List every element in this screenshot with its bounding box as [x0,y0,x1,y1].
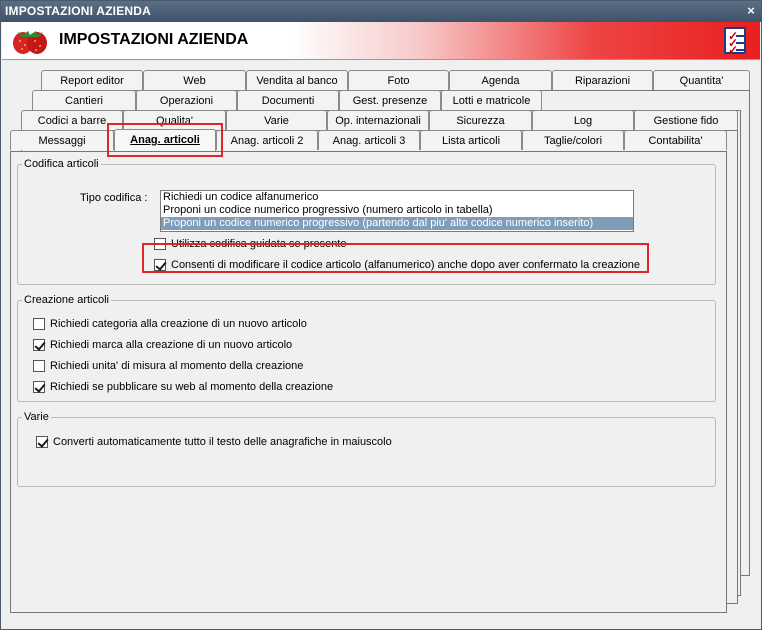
checkbox-box[interactable] [33,381,45,393]
title-bar[interactable]: IMPOSTAZIONI AZIENDA × [1,1,761,22]
tab-quantita[interactable]: Quantita' [653,70,750,90]
richiedi-marca-label: Richiedi marca alla creazione di un nuov… [50,339,293,351]
tab-anag-articoli-2[interactable]: Anag. articoli 2 [216,130,318,150]
strawberry-icon [13,31,47,54]
tab-messaggi[interactable]: Messaggi [10,130,114,150]
richiedi-marca-checkbox[interactable]: Richiedi marca alla creazione di un nuov… [33,339,292,351]
tab-cantieri[interactable]: Cantieri [32,90,136,110]
header-banner: IMPOSTAZIONI AZIENDA ✓ ✓ ✓ [2,22,760,60]
creazione-articoli-legend: Creazione articoli [24,294,109,306]
tab-taglie-colori[interactable]: Taglie/colori [522,130,624,150]
modifica-codice-label: Consenti di modificare il codice articol… [171,259,640,271]
tab-riparazioni[interactable]: Riparazioni [552,70,653,90]
codifica-articoli-legend: Codifica articoli [24,158,99,170]
checkbox-box[interactable] [33,339,45,351]
header-title: IMPOSTAZIONI AZIENDA [59,31,249,48]
checkbox-box[interactable] [154,259,166,271]
modifica-codice-checkbox[interactable]: Consenti di modificare il codice articol… [154,259,640,271]
tab-panel-anag-articoli: Codifica articoli Tipo codifica : Richie… [10,151,727,613]
tab-contabilita[interactable]: Contabilita' [624,130,727,150]
tab-vendita-al-banco[interactable]: Vendita al banco [246,70,348,90]
richiedi-pubblicare-web-label: Richiedi se pubblicare su web al momento… [50,381,334,393]
codifica-guidata-checkbox[interactable]: Utilizza codifica guidata se presente [154,238,346,250]
tab-varie[interactable]: Varie [226,110,327,130]
varie-legend: Varie [24,411,49,423]
tipo-codifica-option-3[interactable]: Proponi un codice numerico progressivo (… [161,217,633,230]
tab-anag-articoli[interactable]: Anag. articoli [114,129,216,151]
tab-foto[interactable]: Foto [348,70,449,90]
window-title: IMPOSTAZIONI AZIENDA [5,4,151,18]
tipo-codifica-listbox[interactable]: Richiedi un codice alfanumerico Proponi … [160,190,634,232]
richiedi-unita-misura-label: Richiedi unita' di misura al momento del… [50,360,304,372]
tab-log[interactable]: Log [532,110,634,130]
tab-documenti[interactable]: Documenti [237,90,339,110]
tab-codici-a-barre[interactable]: Codici a barre [21,110,123,130]
codifica-articoli-group: Codifica articoli Tipo codifica : Richie… [17,158,716,285]
checklist-icon[interactable]: ✓ ✓ ✓ [724,27,746,56]
tab-anag-articoli-3[interactable]: Anag. articoli 3 [318,130,420,150]
richiedi-unita-misura-checkbox[interactable]: Richiedi unita' di misura al momento del… [33,360,303,372]
tab-sicurezza[interactable]: Sicurezza [429,110,532,130]
tab-lista-articoli[interactable]: Lista articoli [420,130,522,150]
creazione-articoli-group: Creazione articoli Richiedi categoria al… [17,294,716,402]
tab-gest-presenze[interactable]: Gest. presenze [339,90,441,110]
checkbox-box[interactable] [36,436,48,448]
tab-gestione-fido[interactable]: Gestione fido [634,110,738,130]
tab-qualita[interactable]: Qualita' [123,110,226,130]
tab-report-editor[interactable]: Report editor [41,70,143,90]
tipo-codifica-option-2[interactable]: Proponi un codice numerico progressivo (… [161,204,633,217]
converti-maiuscolo-checkbox[interactable]: Converti automaticamente tutto il testo … [36,436,392,448]
checkbox-box[interactable] [154,238,166,250]
checkbox-box[interactable] [33,318,45,330]
settings-window: IMPOSTAZIONI AZIENDA × IMPOSTAZIONI AZIE… [0,0,762,630]
close-icon[interactable]: × [747,3,755,18]
tab-web[interactable]: Web [143,70,246,90]
codifica-guidata-label: Utilizza codifica guidata se presente [171,238,347,250]
richiedi-pubblicare-web-checkbox[interactable]: Richiedi se pubblicare su web al momento… [33,381,333,393]
tab-operazioni[interactable]: Operazioni [136,90,237,110]
richiedi-categoria-checkbox[interactable]: Richiedi categoria alla creazione di un … [33,318,307,330]
checkbox-box[interactable] [33,360,45,372]
tipo-codifica-label: Tipo codifica : [80,192,148,204]
converti-maiuscolo-label: Converti automaticamente tutto il testo … [53,436,392,448]
richiedi-categoria-label: Richiedi categoria alla creazione di un … [50,318,307,330]
varie-group: Varie Converti automaticamente tutto il … [17,411,716,487]
tab-lotti-e-matricole[interactable]: Lotti e matricole [441,90,542,110]
tipo-codifica-option-1[interactable]: Richiedi un codice alfanumerico [161,191,633,204]
tab-op-internazionali[interactable]: Op. internazionali [327,110,429,130]
tab-agenda[interactable]: Agenda [449,70,552,90]
